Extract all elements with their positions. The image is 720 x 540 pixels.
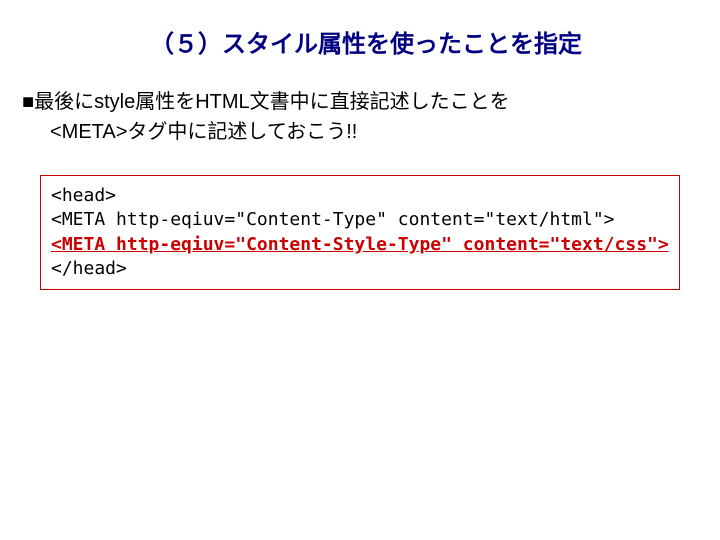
body-paragraph: ■最後にstyle属性をHTML文書中に直接記述したことを <META>タグ中に… [0,59,720,147]
code-line: <META http-eqiuv="Content-Type" content=… [51,208,669,232]
section-heading: （５）スタイル属性を使ったことを指定 [0,0,720,59]
code-line: </head> [51,257,669,281]
code-line: <head> [51,184,669,208]
code-example-box: <head> <META http-eqiuv="Content-Type" c… [40,175,680,290]
body-line-1: ■最後にstyle属性をHTML文書中に直接記述したことを [22,87,690,117]
code-line-highlight: <META http-eqiuv="Content-Style-Type" co… [51,233,669,257]
body-line-2: <META>タグ中に記述しておこう!! [22,117,690,147]
